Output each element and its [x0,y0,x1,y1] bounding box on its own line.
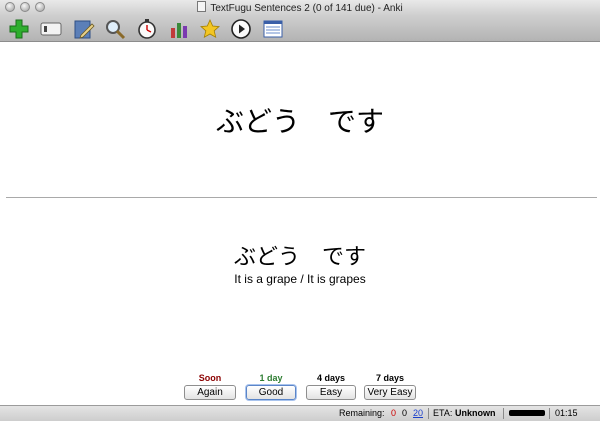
easy-button[interactable]: Easy [306,385,356,400]
progress-bar [509,410,545,416]
ease-option-again: Soon Again [183,373,237,400]
toolbar [0,15,600,42]
card-list-icon[interactable] [262,18,284,40]
ease-option-very-easy: 7 days Very Easy [363,373,417,400]
document-icon [197,1,207,12]
status-separator [503,408,504,419]
card-answer-english: It is a grape / It is grapes [234,272,366,286]
title-bar: TextFugu Sentences 2 (0 of 141 due) - An… [0,0,600,15]
edit-icon[interactable] [73,18,95,40]
question-answer-divider [6,197,597,198]
statistics-icon[interactable] [168,18,190,40]
status-separator [549,408,550,419]
session-timer: 01:15 [555,408,578,418]
window-title: TextFugu Sentences 2 (0 of 141 due) - An… [210,3,403,14]
search-icon[interactable] [104,18,126,40]
easy-due-label: 4 days [316,373,346,383]
very-easy-due-label: 7 days [375,373,405,383]
good-due-label: 1 day [259,373,283,383]
very-easy-button[interactable]: Very Easy [364,385,416,400]
remaining-new-count: 0 [402,408,408,418]
card-question: ぶどう です [215,105,384,138]
again-button[interactable]: Again [184,385,236,400]
good-button[interactable]: Good [246,385,296,400]
eta-value: Unknown [455,408,496,418]
status-bar: Remaining: 0 0 20 ETA: Unknown 01:15 [0,405,600,421]
mark-star-icon[interactable] [199,18,221,40]
eta-label: ETA: [433,408,453,418]
add-icon[interactable] [8,18,30,40]
play-icon[interactable] [230,18,252,40]
status-separator [428,408,429,419]
remaining-failed-count: 0 [391,408,397,418]
ease-option-good: 1 day Good [244,373,298,400]
remaining-label: Remaining: [339,408,385,418]
timer-icon[interactable] [136,18,158,40]
ease-option-easy: 4 days Easy [304,373,358,400]
deck-browser-icon[interactable] [40,18,62,40]
again-due-label: Soon [198,373,222,383]
remaining-review-count[interactable]: 20 [413,406,423,421]
window-title-container: TextFugu Sentences 2 (0 of 141 due) - An… [0,1,600,15]
card-answer-japanese: ぶどう です [233,245,366,270]
